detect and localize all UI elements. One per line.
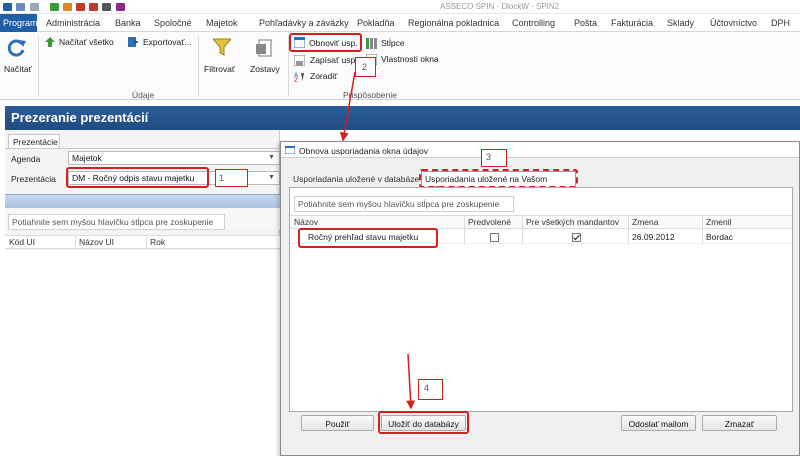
layouts-panel: Potiahnite sem myšou hlavičku stĺpca pre…: [289, 187, 793, 412]
columns-label: Stĺpce: [381, 38, 405, 48]
export-button[interactable]: Exportovať...: [128, 36, 198, 49]
window-properties-button[interactable]: Vlastnosti okna: [366, 53, 446, 66]
filter-label: Filtrovať: [204, 64, 236, 74]
tab-pokladna[interactable]: Pokladňa: [357, 18, 395, 28]
presentation-label: Prezentácia: [11, 174, 56, 184]
refresh-icon: [7, 39, 26, 57]
delete-button[interactable]: Zmazať: [702, 415, 777, 431]
column-zmena[interactable]: Zmena: [632, 217, 658, 227]
green-arrow-up-icon: [45, 37, 55, 47]
default-checkbox[interactable]: [490, 233, 499, 242]
dialog-title: Obnova usporiadania okna údajov: [299, 146, 429, 156]
column-nazov[interactable]: Názov: [294, 217, 318, 227]
svg-text:Z: Z: [294, 77, 298, 82]
highlight-tab-pc: [419, 169, 578, 188]
tab-uctovnictvo[interactable]: Účtovníctvo: [710, 18, 757, 28]
group-by-hint[interactable]: Potiahnite sem myšou hlavičku stĺpca pre…: [8, 214, 225, 230]
quick-access-icon[interactable]: [16, 3, 25, 11]
tab-spolocne[interactable]: Spoločné: [154, 18, 192, 28]
app-icon: [3, 3, 12, 11]
all-tenants-checkbox[interactable]: [572, 233, 581, 242]
tab-controlling[interactable]: Controlling: [512, 18, 555, 28]
column-zmenil[interactable]: Zmenil: [706, 217, 732, 227]
columns-button[interactable]: Stĺpce: [366, 37, 416, 50]
grid-header: [5, 235, 280, 249]
row-user: Bordac: [706, 232, 733, 242]
load-label: Načítať: [4, 64, 32, 74]
save-layout-label: Zapísať usp.: [310, 55, 358, 65]
sort-button[interactable]: AZ Zoradiť: [294, 70, 344, 83]
tab-posta[interactable]: Pošta: [574, 18, 597, 28]
dialog-titlebar: Obnova usporiadania okna údajov: [281, 142, 799, 158]
customize-group-label: Prispôsobenie: [343, 90, 397, 100]
column-rok[interactable]: Rok: [150, 237, 165, 247]
filter-button[interactable]: Filtrovať: [203, 38, 241, 86]
check-icon: [573, 234, 580, 241]
export-icon: [128, 37, 139, 47]
quick-access-icon[interactable]: [89, 3, 98, 11]
quick-access-icon[interactable]: [116, 3, 125, 11]
annotation-2: 2: [355, 57, 376, 77]
ribbon: Načítať Načítať všetko Exportovať... Úda…: [0, 32, 800, 100]
column-nazov-ui[interactable]: Názov UI: [79, 237, 114, 247]
chevron-down-icon[interactable]: ▼: [268, 154, 275, 161]
restore-layout-dialog: Obnova usporiadania okna údajov Usporiad…: [280, 141, 800, 456]
column-predvolene[interactable]: Predvolené: [468, 217, 511, 227]
highlight-refresh-layout: [289, 33, 362, 52]
save-layout-icon: [294, 55, 305, 66]
quick-access-icon[interactable]: [50, 3, 59, 11]
tab-sklady[interactable]: Sklady: [667, 18, 694, 28]
tab-program[interactable]: Program: [0, 14, 38, 32]
load-all-label: Načítať všetko: [59, 37, 114, 47]
sort-icon: AZ: [294, 72, 304, 82]
quick-access-icon[interactable]: [63, 3, 72, 11]
window-title: ASSECO SPIN - DlockW - SPIN2: [440, 2, 560, 11]
dialog-group-by-hint[interactable]: Potiahnite sem myšou hlavičku stĺpca pre…: [294, 196, 514, 212]
dialog-icon: [285, 146, 295, 154]
tab-banka[interactable]: Banka: [115, 18, 141, 28]
report-icon: [256, 39, 272, 57]
quick-access-icon[interactable]: [102, 3, 111, 11]
row-date: 26.09.2012: [632, 232, 675, 242]
annotation-3: 3: [481, 149, 507, 167]
quick-access-icon[interactable]: [76, 3, 85, 11]
window-properties-label: Vlastnosti okna: [381, 54, 439, 64]
title-bar: ASSECO SPIN - DlockW - SPIN2: [0, 0, 800, 14]
load-button[interactable]: Načítať: [4, 38, 32, 86]
menu-bar: Program Administrácia Banka Spoločné Maj…: [0, 14, 800, 32]
tab-presentations[interactable]: Prezentácie: [8, 134, 60, 148]
tab-regionalna-pokladnica[interactable]: Regionálna pokladnica: [408, 18, 499, 28]
tab-pohladavky[interactable]: Pohľadávky a záväzky: [259, 18, 349, 28]
page-title: Prezeranie prezentácií: [5, 106, 800, 130]
chevron-down-icon[interactable]: ▼: [268, 174, 275, 181]
highlight-presentation: [66, 167, 209, 188]
reports-label: Zostavy: [250, 64, 280, 74]
agenda-label: Agenda: [11, 154, 41, 164]
column-kod-ui[interactable]: Kód UI: [9, 237, 35, 247]
tab-majetok[interactable]: Majetok: [206, 18, 238, 28]
export-label: Exportovať...: [143, 37, 192, 47]
annotation-4: 4: [418, 379, 443, 400]
funnel-icon: [213, 38, 231, 56]
reports-button[interactable]: Zostavy: [248, 38, 284, 86]
quick-access-icon[interactable]: [30, 3, 39, 11]
highlight-save-db: [378, 411, 469, 434]
use-button[interactable]: Použiť: [301, 415, 374, 431]
save-layout-button[interactable]: Zapísať usp.: [294, 54, 358, 67]
highlight-row: [298, 228, 438, 248]
load-all-button[interactable]: Načítať všetko: [45, 36, 125, 49]
tab-dph[interactable]: DPH: [771, 18, 790, 28]
toolbar-strip: [5, 194, 280, 208]
tab-fakturacia[interactable]: Fakturácia: [611, 18, 653, 28]
column-pre-vsetkych-mandantov[interactable]: Pre všetkých mandantov: [526, 217, 619, 227]
annotation-1: 1: [215, 169, 248, 187]
data-group-label: Údaje: [132, 90, 155, 100]
tab-saved-in-database[interactable]: Usporiadania uložené v databáze: [293, 174, 419, 184]
agenda-select[interactable]: [68, 151, 280, 165]
tab-administracia[interactable]: Administrácia: [46, 18, 100, 28]
send-mail-button[interactable]: Odoslať mailom: [621, 415, 696, 431]
sort-label: Zoradiť: [310, 71, 338, 81]
columns-icon: [366, 38, 377, 49]
grid-body: [5, 250, 280, 456]
